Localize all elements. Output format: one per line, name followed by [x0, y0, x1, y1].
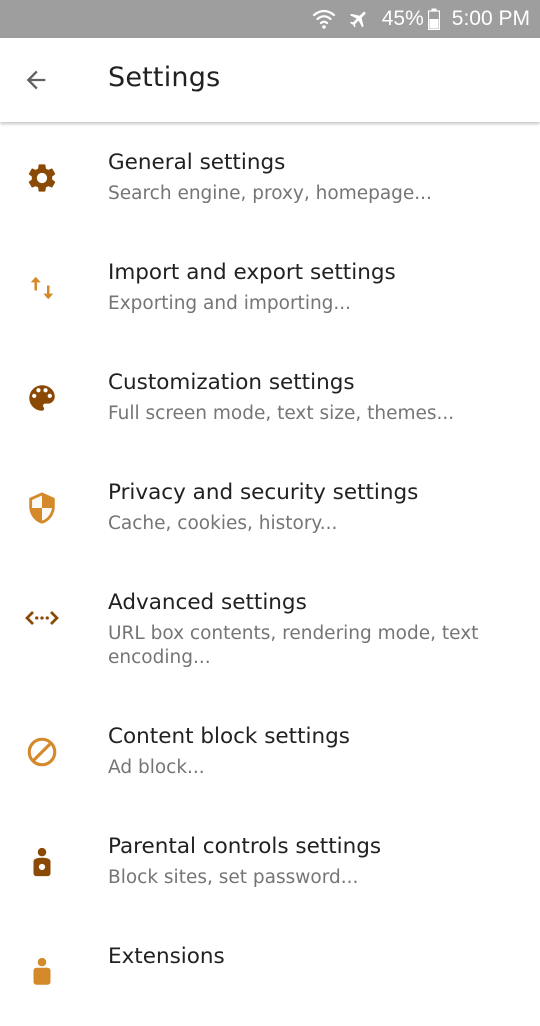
settings-item-subtitle: Block sites, set password... [108, 867, 359, 888]
wifi-icon [312, 8, 336, 30]
settings-item-title: Privacy and security settings [108, 480, 419, 505]
settings-item-import-export[interactable]: Import and export settings Exporting and… [0, 232, 540, 342]
child-icon [20, 840, 64, 884]
settings-item-customization[interactable]: Customization settings Full screen mode,… [0, 342, 540, 452]
battery-icon [427, 8, 440, 30]
settings-item-subtitle: Ad block... [108, 757, 205, 778]
palette-icon [20, 376, 64, 420]
settings-item-privacy-security[interactable]: Privacy and security settings Cache, coo… [0, 452, 540, 562]
block-icon [20, 730, 64, 774]
extension-icon [20, 950, 64, 994]
import-export-arrows-icon [20, 266, 64, 310]
app-bar: Settings [0, 38, 540, 122]
back-arrow-icon [22, 66, 50, 94]
settings-item-subtitle: Exporting and importing... [108, 293, 352, 314]
settings-item-title: Extensions [108, 944, 225, 969]
settings-item-content-block[interactable]: Content block settings Ad block... [0, 696, 540, 806]
airplane-mode-icon [348, 8, 370, 30]
code-arrows-icon [20, 596, 64, 640]
settings-item-subtitle: Full screen mode, text size, themes... [108, 403, 455, 424]
settings-item-title: Parental controls settings [108, 834, 382, 859]
settings-item-general[interactable]: General settings Search engine, proxy, h… [0, 122, 540, 232]
battery-percentage: 45% [381, 7, 424, 30]
shield-icon [20, 486, 64, 530]
settings-item-advanced[interactable]: Advanced settings URL box contents, rend… [0, 562, 540, 696]
settings-item-extensions[interactable]: Extensions [0, 916, 540, 1026]
page-title: Settings [108, 62, 221, 93]
back-button[interactable] [16, 60, 56, 100]
settings-list: General settings Search engine, proxy, h… [0, 122, 540, 1026]
settings-item-title: General settings [108, 150, 286, 175]
gear-icon [20, 156, 64, 200]
settings-item-title: Content block settings [108, 724, 350, 749]
settings-item-title: Import and export settings [108, 260, 396, 285]
settings-item-title: Advanced settings [108, 590, 307, 615]
settings-item-subtitle: URL box contents, rendering mode, text e… [108, 623, 479, 668]
settings-item-subtitle: Cache, cookies, history... [108, 513, 338, 534]
status-bar: 45% 5:00 PM [0, 0, 540, 38]
settings-item-title: Customization settings [108, 370, 355, 395]
settings-item-subtitle: Search engine, proxy, homepage... [108, 183, 432, 204]
clock: 5:00 PM [451, 7, 530, 30]
settings-item-parental-controls[interactable]: Parental controls settings Block sites, … [0, 806, 540, 916]
